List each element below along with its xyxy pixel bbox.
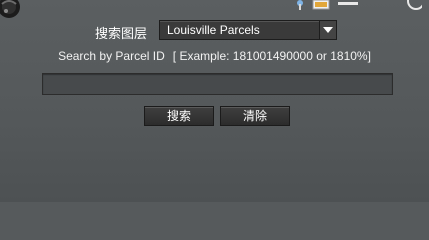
pin-icon[interactable] xyxy=(294,0,306,10)
toolbar-icons xyxy=(289,0,429,10)
dropdown-button[interactable] xyxy=(319,21,336,39)
line-icon[interactable] xyxy=(336,0,360,10)
chevron-down-icon xyxy=(323,27,333,33)
search-button[interactable]: 搜索 xyxy=(144,106,214,126)
circle-icon[interactable] xyxy=(392,0,422,10)
hint-main: Search by Parcel ID xyxy=(58,49,165,63)
layer-select-value: Louisville Parcels xyxy=(167,23,260,37)
globe-decoration-icon xyxy=(0,0,20,18)
clear-button[interactable]: 清除 xyxy=(220,106,290,126)
layer-row: 搜索图层 Louisville Parcels xyxy=(0,20,429,42)
layer-label: 搜索图层 xyxy=(95,27,148,42)
layer-select[interactable]: Louisville Parcels xyxy=(159,20,337,40)
parcel-id-input[interactable] xyxy=(42,73,393,95)
search-hint: Search by Parcel ID [ Example: 1810014900… xyxy=(0,49,429,63)
search-panel: 搜索图层 Louisville Parcels Search by Parcel… xyxy=(0,0,429,202)
map-icon[interactable] xyxy=(312,0,330,10)
hint-example: [ Example: 181001490000 or 1810%] xyxy=(172,49,371,63)
